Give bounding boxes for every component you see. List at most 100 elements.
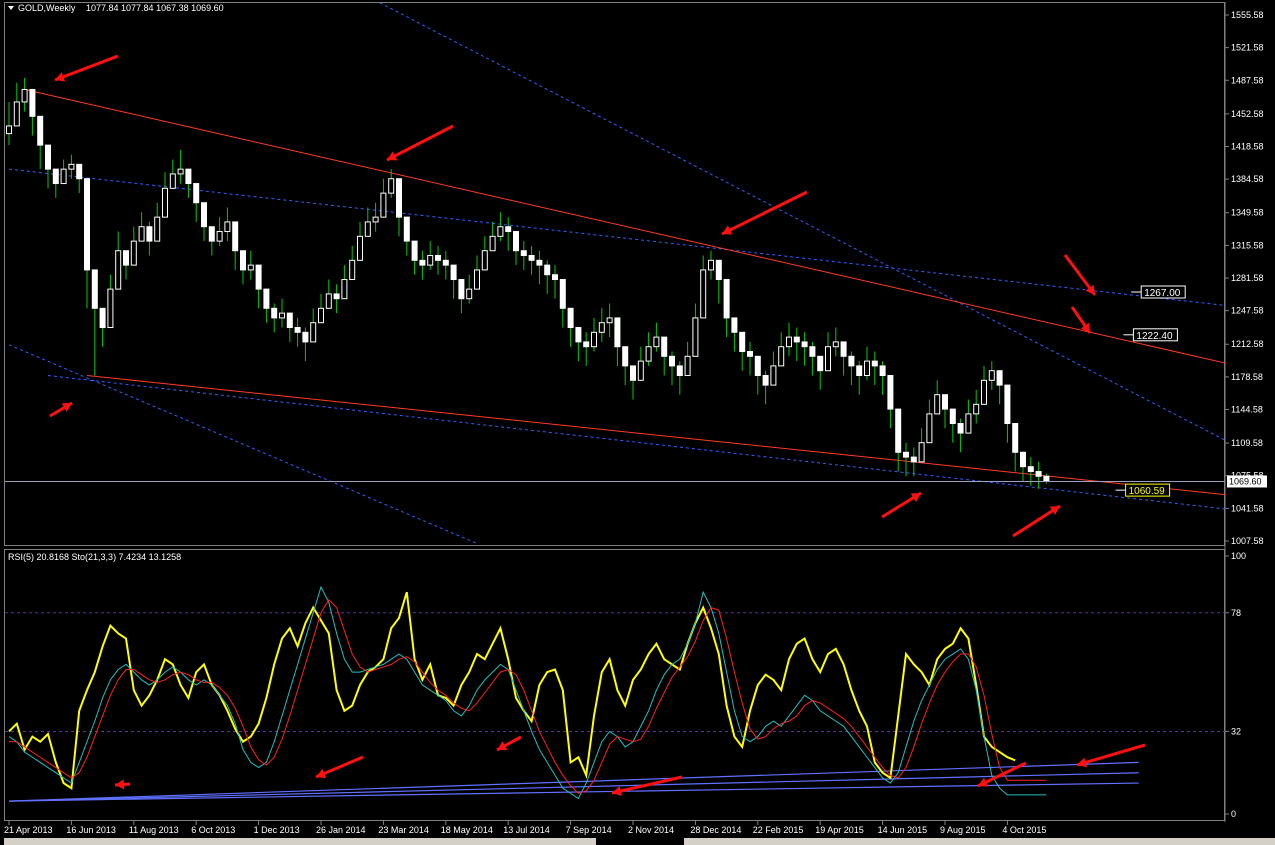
candle-body-down (871, 360, 878, 367)
candle-body-down (809, 346, 816, 357)
candle-body-down (294, 327, 301, 333)
candle-body-up (591, 331, 597, 348)
candle-body-down (29, 88, 36, 117)
price-axis: 1555.58 1521.58 1487.58 1452.58 1418.58 1384.… (1225, 10, 1264, 546)
candle-body-down (201, 202, 207, 228)
candle-body-down (123, 250, 129, 266)
price-tick-label: 1555.58 (1231, 10, 1264, 20)
chart-canvas[interactable]: 1555.58 1521.58 1487.58 1452.58 1418.58 1384.… (0, 0, 1275, 845)
horizontal-scrollbar-right[interactable] (684, 838, 1275, 845)
candle-body-down (669, 355, 675, 367)
candle-body-down (575, 327, 582, 343)
time-tick-label: 26 Jan 2014 (316, 825, 366, 835)
price-panel-title: GOLD,Weekly (18, 3, 76, 13)
candle-body-up (778, 346, 785, 367)
time-tick-label: 19 Apr 2015 (815, 825, 864, 835)
candle-body-up (21, 88, 28, 103)
candle-body-up (474, 269, 480, 290)
candle-body-up (497, 226, 504, 237)
candle-body-up (981, 379, 987, 405)
time-tick-label: 1 Dec 2013 (254, 825, 300, 835)
candle-body-up (489, 235, 496, 252)
candle-body-down (520, 250, 527, 257)
candle-body-up (606, 317, 613, 324)
candle-body-down (1004, 384, 1011, 424)
candle-body-down (1043, 475, 1050, 482)
candle-body-down (630, 365, 636, 381)
candle-body-up (700, 269, 707, 319)
candle-body-down (1035, 470, 1042, 477)
candle-body-down (271, 307, 278, 319)
candle-body-down (895, 408, 902, 453)
candle-body-down (739, 331, 746, 353)
candle-body-up (684, 355, 691, 377)
osc-tick-label: 32 (1231, 726, 1241, 736)
price-tick-label: 1247.58 (1231, 306, 1264, 316)
candle-body-up (864, 360, 870, 377)
candle-body-up (130, 240, 137, 266)
candle-body-up (965, 413, 972, 434)
candle-body-up (162, 187, 168, 218)
time-tick-label: 21 Apr 2013 (4, 825, 53, 835)
price-tick-label: 1041.58 (1231, 503, 1264, 513)
candle-body-down (536, 259, 543, 266)
candle-body-down (762, 375, 769, 386)
candle-body-down (435, 255, 441, 261)
candle-body-down (45, 144, 51, 170)
candle-body-down (552, 274, 558, 281)
time-tick-label: 11 Aug 2013 (129, 825, 179, 835)
candle-body-down (567, 307, 574, 329)
price-tick-label: 1281.58 (1231, 273, 1264, 283)
price-tick-label: 1007.58 (1231, 536, 1264, 546)
price-tick-label: 1349.58 (1231, 208, 1264, 218)
price-tick-label: 1109.58 (1231, 438, 1263, 448)
candle-body-up (926, 413, 933, 444)
candle-body-down (747, 351, 753, 357)
candle-body-down (513, 231, 519, 252)
candle-body-down (193, 183, 200, 204)
price-tick-label: 1315.58 (1231, 240, 1264, 250)
candle-body-up (708, 259, 714, 271)
price-tick-label: 1178.58 (1231, 372, 1263, 382)
candle-body-up (988, 370, 995, 381)
candle-body-up (138, 226, 145, 242)
time-tick-label: 14 Jun 2015 (878, 825, 928, 835)
candle-body-up (653, 336, 660, 348)
candle-body-up (481, 250, 488, 271)
time-tick-label: 23 Mar 2014 (378, 825, 429, 835)
candle-body-down (411, 240, 418, 261)
candle-body-down (91, 269, 98, 309)
candle-body-up (645, 346, 652, 362)
time-tick-label: 9 Aug 2015 (940, 825, 986, 835)
candle-body-down (949, 408, 956, 424)
candle-body-up (318, 307, 324, 324)
candle-body-down (84, 178, 90, 271)
time-tick-label: 7 Sep 2014 (566, 825, 612, 835)
candle-body-up (224, 221, 231, 233)
candle-body-up (692, 317, 699, 357)
candle-body-down (37, 115, 44, 146)
time-tick-label: 2 Nov 2014 (628, 825, 674, 835)
level-label-text: 1267.00 (1144, 288, 1181, 299)
candle-body-down (903, 451, 909, 458)
candle-body-down (442, 259, 449, 266)
level-label-text: 1222.40 (1136, 331, 1173, 342)
candle-body-down (887, 375, 894, 410)
time-tick-label: 22 Feb 2015 (753, 825, 804, 835)
candle-body-down (185, 168, 192, 185)
candle-body-up (832, 341, 839, 348)
candle-body-up (770, 365, 777, 386)
candle-body-down (622, 346, 629, 367)
candle-body-down (840, 341, 847, 357)
price-panel-frame (4, 2, 1225, 546)
horizontal-scrollbar[interactable] (4, 838, 596, 845)
candle-body-down (528, 255, 535, 261)
candle-body-down (458, 279, 465, 300)
price-tick-label: 1487.58 (1231, 75, 1264, 85)
candle-body-up (364, 221, 371, 237)
candle-body-up (637, 360, 644, 381)
candle-body-up (598, 322, 605, 333)
candle-body-up (973, 403, 980, 415)
time-tick-label: 4 Oct 2015 (1002, 825, 1046, 835)
candle-body-down (942, 394, 948, 410)
